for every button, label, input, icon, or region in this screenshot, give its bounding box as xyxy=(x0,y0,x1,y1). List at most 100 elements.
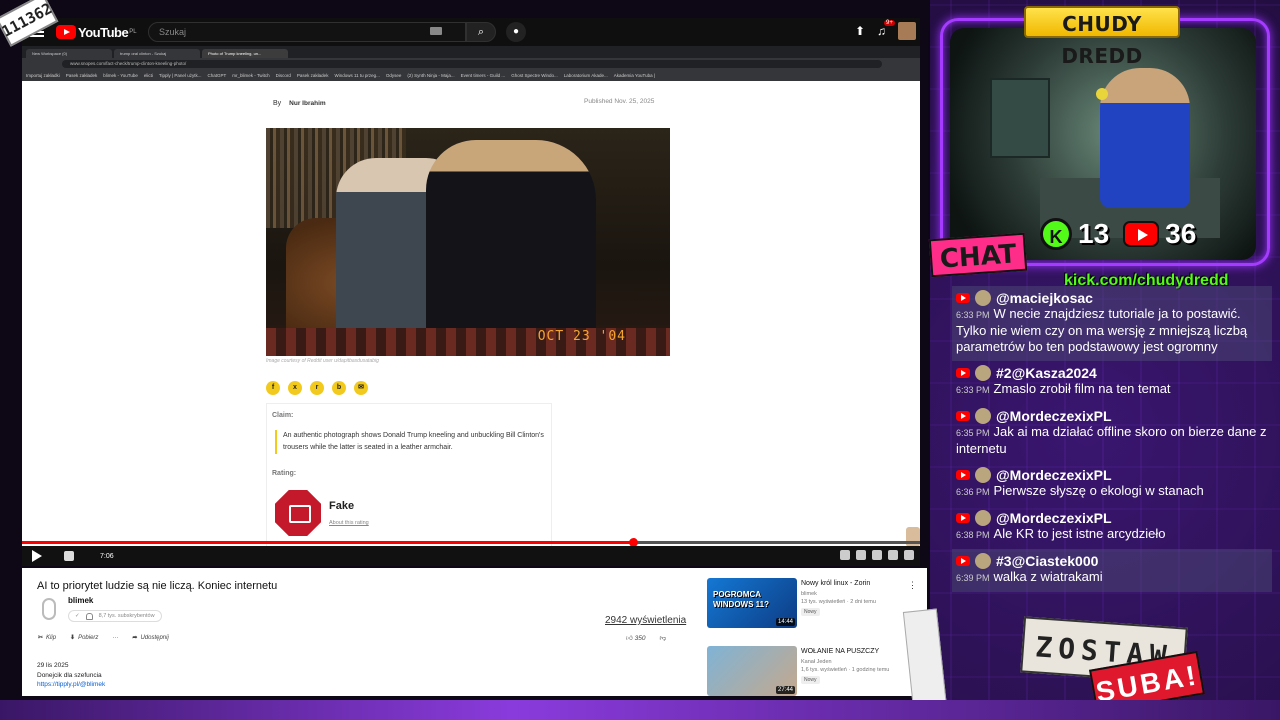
description-link[interactable]: https://tipply.pl/@blimek xyxy=(37,681,105,688)
bookmark[interactable]: elicti xyxy=(144,73,153,78)
bookmark[interactable]: Laboratorium Akade... xyxy=(564,73,608,78)
youtube-logo[interactable]: YouTube PL xyxy=(56,25,137,40)
share-button[interactable]: ➦ Udostępnij xyxy=(132,634,168,642)
chat-message: @maciejkosac 6:33 PM W necie znajdziesz t… xyxy=(952,286,1272,361)
x-icon[interactable]: x xyxy=(288,381,302,395)
browser-tab[interactable]: trump oral clinton - Szukaj xyxy=(114,49,200,58)
fullscreen-icon[interactable] xyxy=(904,550,914,560)
subscriber-count: 8,7 tys. subskrybentów xyxy=(98,613,155,619)
paperclip-avatar-icon[interactable] xyxy=(42,598,56,620)
search-input[interactable]: Szukaj xyxy=(148,22,466,42)
theater-icon[interactable] xyxy=(888,550,898,560)
chat-text: walka z wiatrakami xyxy=(993,569,1103,584)
youtube-icon xyxy=(956,470,970,480)
volume-icon[interactable] xyxy=(64,551,74,561)
player-controls: 7:06 xyxy=(22,546,920,566)
recommended-meta: 1,6 tys. wyświetleń · 1 godzinę temu xyxy=(801,667,890,673)
email-icon[interactable]: ✉ xyxy=(354,381,368,395)
chat-time: 6:33 PM xyxy=(956,310,990,320)
facebook-icon[interactable]: f xyxy=(266,381,280,395)
recommended-list: POGROMCA WINDOWS 11? 14:44 Nowy król lin… xyxy=(695,568,927,696)
chat-username: @maciejkosac xyxy=(996,290,1093,306)
chat-time: 6:39 PM xyxy=(956,573,990,583)
article-photo: OCT 23 '04 xyxy=(266,128,670,356)
rating-label: Rating: xyxy=(272,470,297,477)
chat-label: CHAT xyxy=(928,232,1028,278)
address-field[interactable]: www.snopes.com/fact-check/trump-clinton-… xyxy=(62,59,882,68)
avatar xyxy=(975,365,991,381)
fake-rating-icon xyxy=(275,490,321,536)
more-button[interactable]: ··· xyxy=(112,634,118,641)
youtube-icon xyxy=(956,556,970,566)
video-title: AI to priorytet ludzie są nie liczą. Kon… xyxy=(37,580,278,592)
bookmark[interactable]: Discord xyxy=(276,73,291,78)
bookmark[interactable]: Pasek zakładek xyxy=(66,73,98,78)
chat-message: @MordeczexixPL 6:35 PM Jak ai ma działać … xyxy=(952,404,1272,463)
bookmark[interactable]: Pasek zakładek xyxy=(297,73,329,78)
captions-icon[interactable] xyxy=(840,550,850,560)
search-button[interactable]: ⌕ xyxy=(466,22,496,42)
account-avatar[interactable] xyxy=(898,22,916,40)
bookmark[interactable]: Odysee xyxy=(386,73,402,78)
check-icon: ✓ xyxy=(75,613,80,619)
photo-caption: Image courtesy of Reddit user u/dapitbas… xyxy=(266,358,379,364)
chat-message: #2@Kasza2024 6:33 PM Zmaslo zrobił film n… xyxy=(952,361,1272,404)
bookmark[interactable]: Importuj zakładki xyxy=(26,73,60,78)
bookmark[interactable]: Ghost Spectre Windo... xyxy=(511,73,558,78)
avatar xyxy=(975,510,991,526)
video-thumbnail[interactable]: 27:44 xyxy=(707,646,797,696)
youtube-icon xyxy=(956,368,970,378)
bookmark[interactable]: (2) Synth Ninja - Maja... xyxy=(407,73,454,78)
about-rating-link[interactable]: About this rating xyxy=(329,520,369,526)
recommended-title[interactable]: Nowy król linux - Zorin xyxy=(801,580,911,587)
more-options-icon[interactable]: ⋮ xyxy=(908,580,917,591)
recommended-channel[interactable]: Kanał Jeden xyxy=(801,659,832,665)
bookmark[interactable]: blimek - YouTube xyxy=(103,73,138,78)
bell-icon[interactable] xyxy=(85,612,93,620)
chat-username: @MordeczexixPL xyxy=(996,408,1112,424)
photo-date-stamp: OCT 23 '04 xyxy=(537,329,626,344)
youtube-icon xyxy=(956,411,970,421)
miniplayer-icon[interactable] xyxy=(872,550,882,560)
studio-shelf xyxy=(990,78,1050,158)
youtube-region: PL xyxy=(129,29,137,35)
claim-label: Claim: xyxy=(272,412,294,419)
duration-badge: 27:44 xyxy=(775,686,795,694)
download-icon: ⬇ xyxy=(70,635,76,641)
bookmark[interactable]: Windows 11 tu przeg... xyxy=(334,73,379,78)
channel-name[interactable]: blimek xyxy=(68,596,93,605)
clip-button[interactable]: ✂ Klip xyxy=(38,634,57,642)
settings-gear-icon[interactable] xyxy=(856,550,866,560)
subscribed-button[interactable]: ✓ 8,7 tys. subskrybentów xyxy=(68,610,162,622)
clip-label: Klip xyxy=(46,634,57,641)
recommended-item[interactable]: 27:44 WOŁANIE NA PUSZCZY Kanał Jeden 1,6… xyxy=(707,646,917,698)
reddit-icon[interactable]: r xyxy=(310,381,324,395)
recommended-title[interactable]: WOŁANIE NA PUSZCZY xyxy=(801,648,911,655)
video-info: AI to priorytet ludzie są nie liczą. Kon… xyxy=(22,568,695,696)
bookmark[interactable]: Tipply | Panel użytk... xyxy=(159,73,202,78)
like-button[interactable]: 👍︎ 350 xyxy=(626,634,645,642)
browser-tab[interactable]: New Workspace (0) xyxy=(26,49,112,58)
chat-text: Zmaslo zrobił film na ten temat xyxy=(993,381,1171,396)
thumbnail-face xyxy=(906,527,920,547)
microphone-icon[interactable]: ● xyxy=(506,22,526,42)
recommended-item[interactable]: POGROMCA WINDOWS 11? 14:44 Nowy król lin… xyxy=(707,578,917,630)
keyboard-icon[interactable] xyxy=(430,27,442,35)
bookmark[interactable]: mr_blimek - Twitch xyxy=(232,73,269,78)
video-player[interactable]: New Workspace (0) trump oral clinton - S… xyxy=(22,46,920,566)
dislike-button[interactable]: 👎︎ xyxy=(659,634,666,642)
progress-bar[interactable] xyxy=(22,538,920,547)
video-thumbnail[interactable]: POGROMCA WINDOWS 11? 14:44 xyxy=(707,578,797,628)
author-name[interactable]: Nur Ibrahim xyxy=(289,100,325,107)
bookmark[interactable]: Akademia YouTuba | xyxy=(614,73,655,78)
bluesky-icon[interactable]: b xyxy=(332,381,346,395)
upload-icon[interactable]: ⬆ xyxy=(855,24,865,38)
bookmark[interactable]: ChatGPT xyxy=(207,73,226,78)
bookmark[interactable]: Event timers - Guild ... xyxy=(461,73,506,78)
progress-fill xyxy=(22,541,633,544)
browser-tab-active[interactable]: Photo of Trump kneeling, un... xyxy=(202,49,288,58)
download-button[interactable]: ⬇ Pobierz xyxy=(70,634,98,642)
notifications-bell-icon[interactable]: ♫ 9+ xyxy=(877,20,895,38)
recommended-channel[interactable]: blimek xyxy=(801,591,817,597)
play-icon[interactable] xyxy=(32,550,42,562)
